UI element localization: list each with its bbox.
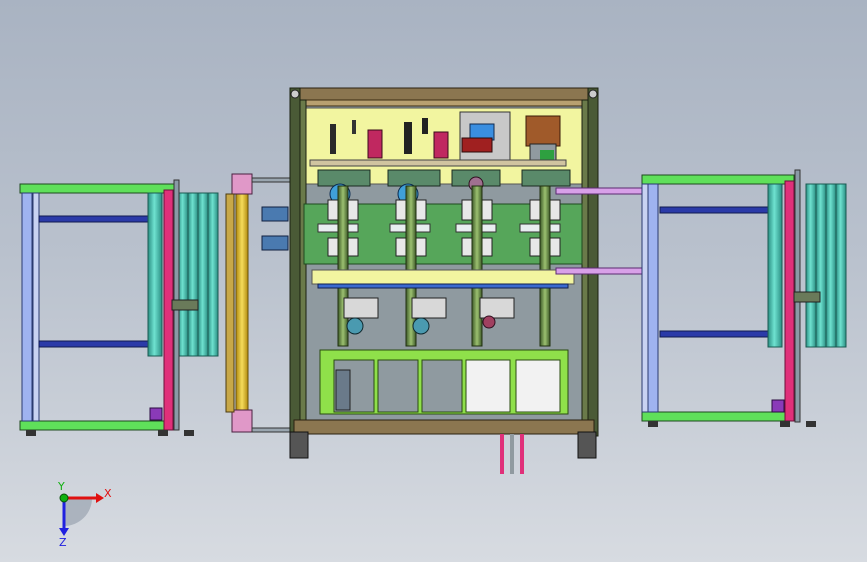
right-conveyor-side-plate [784, 180, 795, 422]
corner-bolt-tr [588, 89, 598, 99]
right-conveyor-foot-b [780, 421, 790, 427]
left-conveyor-outer-post [21, 192, 33, 422]
top-beam-inner [299, 99, 589, 107]
triad-backdrop [64, 498, 92, 526]
y-axis-dot [59, 493, 69, 503]
right-conveyor-bottom-rail [641, 411, 795, 422]
frame-post-right-inner [581, 99, 589, 423]
blue-rail-under-bar [317, 283, 569, 289]
main-machine [289, 87, 599, 474]
cad-viewport[interactable]: X Y Z [0, 0, 867, 562]
top-beam [291, 87, 597, 101]
red-valve-1 [367, 129, 383, 159]
right-conveyor-roller-a [767, 183, 783, 348]
right-conveyor-cross-bar-top [659, 206, 771, 214]
left-small-cylinder [335, 369, 351, 411]
left-conveyor-bracket [171, 299, 199, 311]
right-conveyor-roller-b [805, 183, 817, 348]
left-gold-cylinder-cap-bottom [231, 409, 253, 433]
left-conveyor-roller-a [147, 192, 163, 357]
left-conveyor-top-rail [19, 183, 175, 194]
right-violet-rod-top [555, 187, 645, 195]
green-sensor [540, 150, 554, 160]
z-axis-arrowhead [59, 528, 69, 536]
right-conveyor-motor [771, 399, 785, 413]
red-valve-2 [433, 131, 449, 159]
left-conveyor-roller-c [187, 192, 199, 357]
right-conveyor-inner-post [641, 183, 649, 413]
orientation-triad: X Y Z [57, 480, 112, 549]
left-guide-block-1 [261, 206, 289, 222]
right-conveyor-top-rail [641, 174, 795, 185]
gauge-2 [352, 120, 356, 134]
lower-pipe-a [500, 434, 504, 474]
yellow-cross-bar [311, 269, 575, 285]
left-guide-rod-top [251, 177, 293, 183]
right-conveyor-outer-post [647, 183, 659, 413]
brown-block [525, 115, 561, 147]
frame-post-left [289, 87, 301, 437]
left-gold-cylinder-cap-top [231, 173, 253, 195]
right-conveyor-foot-c [806, 421, 816, 427]
right-conveyor-bracket [793, 291, 821, 303]
left-conveyor [19, 179, 219, 436]
right-conveyor-foot-a [648, 421, 658, 427]
left-conveyor-foot-a [26, 430, 36, 436]
y-axis-label: Y [57, 480, 65, 493]
left-guide-rod-bottom [251, 427, 293, 433]
motor-housing-1 [317, 169, 371, 187]
x-axis-arrowhead [96, 493, 104, 503]
left-conveyor-motor [149, 407, 163, 421]
right-conveyor-roller-c [815, 183, 827, 348]
lower-pipe-c [520, 434, 524, 474]
left-conveyor-foot-c [184, 430, 194, 436]
motor-housing-4 [521, 169, 571, 187]
left-conveyor-foot-b [158, 430, 168, 436]
x-axis-label: X [104, 487, 112, 500]
black-fitting-1 [404, 122, 412, 154]
left-guide-rail [225, 193, 235, 413]
right-conveyor [641, 169, 847, 427]
left-conveyor-roller-e [207, 192, 219, 357]
black-fitting-2 [422, 118, 428, 134]
bottom-beam [293, 419, 595, 435]
cad-model-drawing[interactable]: X Y Z [0, 0, 867, 562]
corner-bolt-tl [290, 89, 300, 99]
left-conveyor-roller-d [197, 192, 209, 357]
frame-post-right [587, 87, 599, 437]
lime-frame-openings [333, 359, 561, 413]
left-guide-block-2 [261, 235, 289, 251]
left-conveyor-cross-bar-top [38, 215, 152, 223]
right-conveyor-roller-d [825, 183, 837, 348]
component-shelf [309, 159, 567, 167]
left-guide-assembly [225, 173, 293, 433]
left-conveyor-cross-bar-bottom [38, 340, 152, 348]
right-violet-rod-bottom [555, 267, 649, 275]
lower-pipe-b [510, 434, 514, 474]
foot-left [289, 431, 309, 459]
motor-housing-2 [387, 169, 441, 187]
z-axis-label: Z [59, 536, 67, 549]
right-conveyor-roller-e [835, 183, 847, 348]
left-conveyor-bottom-rail [19, 420, 175, 431]
right-conveyor-cross-bar-bottom [659, 330, 771, 338]
left-conveyor-inner-post [32, 192, 40, 422]
gauge-1 [330, 124, 336, 154]
foot-right [577, 431, 597, 459]
valve-block-red [461, 137, 493, 153]
left-gold-cylinder [235, 193, 249, 413]
